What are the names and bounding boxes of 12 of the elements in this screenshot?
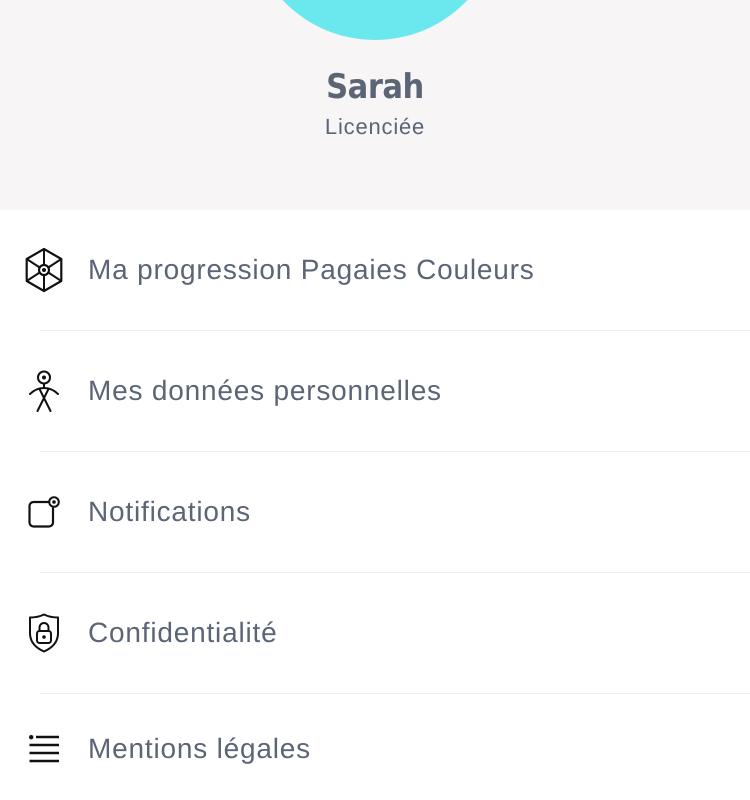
hexagon-icon (23, 247, 65, 293)
menu-item[interactable]: Ma progression Pagaies Couleurs (0, 210, 750, 330)
menu-item[interactable]: Confidentialité (0, 573, 750, 693)
profile-status: Licenciée (324, 114, 426, 140)
menu-item[interactable]: Mentions légales (0, 694, 750, 800)
list-icon (29, 735, 59, 763)
square-dot-icon (28, 496, 60, 528)
person-icon (28, 370, 60, 412)
menu-item[interactable]: Mes données personnelles (0, 331, 750, 451)
profile-name: Sarah (326, 66, 424, 108)
menu-item[interactable]: Notifications (0, 452, 750, 572)
shield-lock-icon (28, 613, 60, 653)
